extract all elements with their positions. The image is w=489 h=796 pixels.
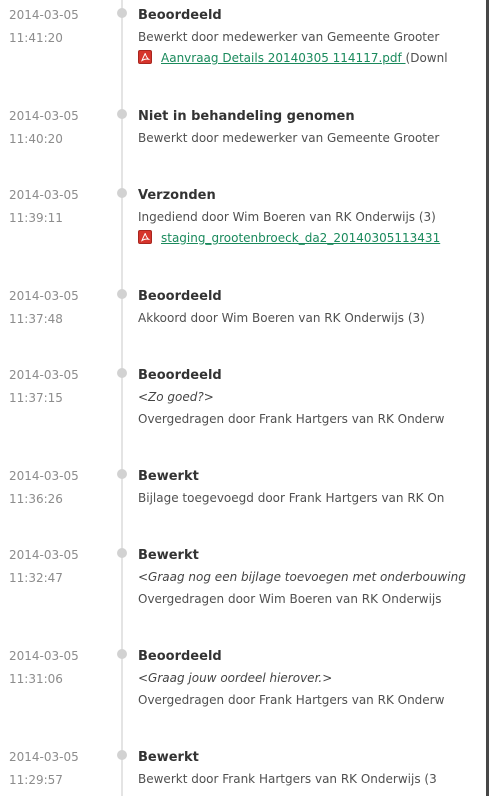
- event-time: 11:32:47: [9, 571, 63, 585]
- timeline-marker: [117, 109, 127, 119]
- event-time: 11:36:26: [9, 492, 63, 506]
- event-status: Beoordeeld: [138, 649, 222, 664]
- event-time: 11:41:20: [9, 31, 63, 45]
- event-status: Bewerkt: [138, 548, 199, 563]
- timeline-marker: [117, 289, 127, 299]
- event-body: Beoordeeld <Zo goed?> Overgedragen door Fr…: [138, 366, 486, 430]
- event-body: Bewerkt Bewerkt door Frank Hartgers van R…: [138, 748, 486, 790]
- event-body: Beoordeeld Akkoord door Wim Boeren van RK…: [138, 287, 486, 329]
- event-time: 11:37:15: [9, 391, 63, 405]
- event-description: Overgedragen door Frank Hartgers van RK …: [138, 693, 445, 707]
- event-description: Bewerkt door medewerker van Gemeente Gro…: [138, 131, 440, 145]
- event-description: Ingediend door Wim Boeren van RK Onderwi…: [138, 210, 436, 224]
- pdf-icon: [138, 230, 152, 244]
- event-time: 11:39:11: [9, 211, 63, 225]
- event-comment: <Graag nog een bijlage toevoegen met ond…: [138, 570, 466, 584]
- history-timeline: 2014-03-05 11:41:20 Beoordeeld Bewerkt door…: [0, 0, 486, 796]
- event-status: Niet in behandeling genomen: [138, 109, 355, 124]
- attachment-row: staging_grootenbroeck_da2_20140305113431: [138, 228, 486, 249]
- event-time: 11:31:06: [9, 672, 63, 686]
- event-body: Verzonden Ingediend door Wim Boeren van R…: [138, 186, 486, 249]
- timeline-marker: [117, 188, 127, 198]
- timeline-line: [121, 0, 123, 796]
- timeline-marker: [117, 548, 127, 558]
- event-body: Niet in behandeling genomen Bewerkt door …: [138, 107, 486, 149]
- event-date: 2014-03-05: [9, 188, 79, 202]
- event-date: 2014-03-05: [9, 649, 79, 663]
- event-description: Bijlage toegevoegd door Frank Hartgers v…: [138, 491, 445, 505]
- timeline-marker: [117, 469, 127, 479]
- event-description: Bewerkt door Frank Hartgers van RK Onder…: [138, 772, 437, 786]
- event-status: Beoordeeld: [138, 8, 222, 23]
- event-date: 2014-03-05: [9, 750, 79, 764]
- event-description: Overgedragen door Frank Hartgers van RK …: [138, 412, 445, 426]
- pdf-icon: [138, 50, 152, 64]
- event-date: 2014-03-05: [9, 548, 79, 562]
- attachment-link[interactable]: Aanvraag Details 20140305 114117.pdf: [161, 51, 406, 65]
- event-date: 2014-03-05: [9, 8, 79, 22]
- event-body: Beoordeeld Bewerkt door medewerker van Ge…: [138, 6, 486, 69]
- timeline-marker: [117, 8, 127, 18]
- event-body: Bewerkt Bijlage toegevoegd door Frank Har…: [138, 467, 486, 509]
- attachment-download-label: (Downl: [405, 51, 448, 65]
- event-description: Overgedragen door Wim Boeren van RK Onde…: [138, 592, 442, 606]
- timeline-marker: [117, 368, 127, 378]
- event-body: Bewerkt <Graag nog een bijlage toevoegen …: [138, 546, 486, 610]
- event-comment: <Zo goed?>: [138, 390, 214, 404]
- event-date: 2014-03-05: [9, 469, 79, 483]
- event-status: Beoordeeld: [138, 289, 222, 304]
- event-status: Bewerkt: [138, 750, 199, 765]
- event-description: Akkoord door Wim Boeren van RK Onderwijs…: [138, 311, 425, 325]
- event-description: Bewerkt door medewerker van Gemeente Gro…: [138, 30, 440, 44]
- event-status: Bewerkt: [138, 469, 199, 484]
- event-status: Verzonden: [138, 188, 216, 203]
- event-comment: <Graag jouw oordeel hierover.>: [138, 671, 333, 685]
- event-time: 11:40:20: [9, 132, 63, 146]
- event-date: 2014-03-05: [9, 289, 79, 303]
- event-date: 2014-03-05: [9, 368, 79, 382]
- event-body: Beoordeeld <Graag jouw oordeel hierover.>…: [138, 647, 486, 711]
- timeline-marker: [117, 750, 127, 760]
- event-status: Beoordeeld: [138, 368, 222, 383]
- attachment-link[interactable]: staging_grootenbroeck_da2_20140305113431: [161, 231, 440, 245]
- attachment-row: Aanvraag Details 20140305 114117.pdf (Do…: [138, 48, 486, 69]
- timeline-marker: [117, 649, 127, 659]
- event-date: 2014-03-05: [9, 109, 79, 123]
- event-time: 11:37:48: [9, 312, 63, 326]
- event-time: 11:29:57: [9, 773, 63, 787]
